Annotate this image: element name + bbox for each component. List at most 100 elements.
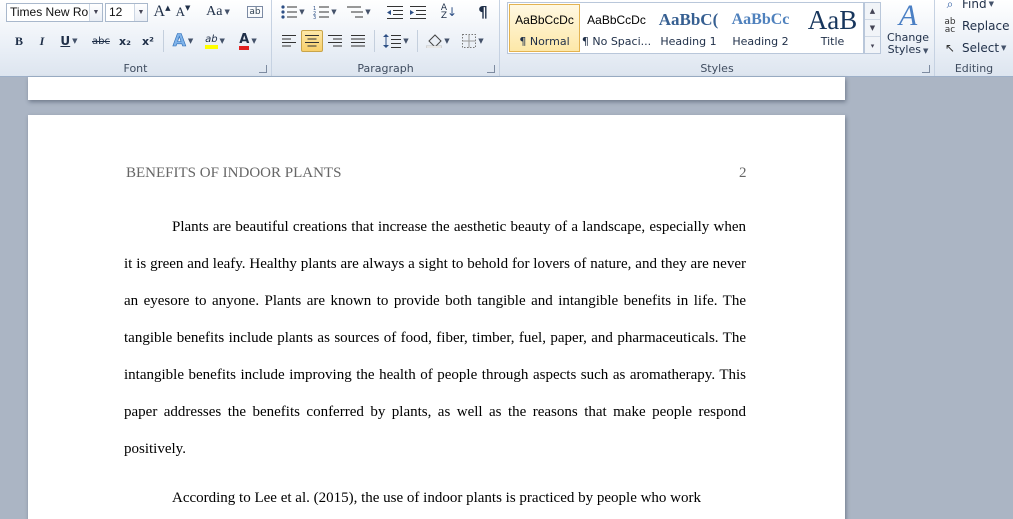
align-left-icon <box>282 35 296 47</box>
paragraph-group-label: Paragraph <box>357 62 414 75</box>
replace-label: Replace <box>962 19 1010 33</box>
style-no-spacing-name: ¶ No Spaci... <box>581 35 652 48</box>
header-title: BENEFITS OF INDOOR PLANTS <box>126 165 342 181</box>
multilevel-list-icon <box>347 6 364 18</box>
body-paragraph-2[interactable]: According to Lee et al. (2015), the use … <box>124 480 746 517</box>
styles-gallery: AaBbCcDc ¶ Normal AaBbCcDc ¶ No Spaci...… <box>507 2 864 54</box>
style-heading-1[interactable]: AaBbC( Heading 1 <box>653 4 724 52</box>
replace-button[interactable]: ab ac Replace <box>942 16 1009 36</box>
underline-button[interactable]: U ▼ <box>54 30 84 52</box>
clear-formatting-button[interactable]: ab <box>244 1 266 23</box>
decrease-indent-icon <box>387 6 403 19</box>
bold-button[interactable]: B <box>8 30 30 52</box>
font-group-label: Font <box>123 62 148 75</box>
styles-group-label: Styles <box>700 62 734 75</box>
italic-icon: I <box>39 33 45 48</box>
font-color-icon: A <box>239 33 250 50</box>
increase-indent-button[interactable] <box>407 1 429 23</box>
font-size-dropdown-icon[interactable]: ▼ <box>134 4 147 21</box>
style-no-spacing[interactable]: AaBbCcDc ¶ No Spaci... <box>581 4 652 52</box>
paragraph-dialog-launcher-icon[interactable] <box>487 65 495 73</box>
change-styles-label-2-text: Styles <box>887 43 921 56</box>
change-case-button[interactable]: Aa ▼ <box>203 1 233 23</box>
clear-formatting-icon: ab <box>247 6 263 18</box>
superscript-button[interactable]: x² <box>137 30 159 52</box>
align-center-button[interactable] <box>301 30 323 52</box>
gallery-more-icon[interactable]: ▾ <box>865 37 880 54</box>
ribbon: Times New Rom ▼ 12 ▼ A ▲ A ▼ Aa ▼ ab B I U ▼… <box>0 0 1013 77</box>
shading-button[interactable]: ▼ <box>422 30 454 52</box>
style-title-sample: AaB <box>807 5 858 35</box>
style-no-spacing-sample: AaBbCcDc <box>587 13 646 27</box>
editing-group-label: Editing <box>954 62 994 75</box>
numbering-icon: 123 <box>313 6 330 19</box>
line-spacing-button[interactable]: ▼ <box>380 30 412 52</box>
shading-bucket-icon <box>426 34 443 48</box>
font-group: Times New Rom ▼ 12 ▼ A ▲ A ▼ Aa ▼ ab B I U ▼… <box>0 0 272 76</box>
bullets-button[interactable]: ▼ <box>278 1 308 23</box>
align-right-button[interactable] <box>324 30 346 52</box>
gallery-up-icon[interactable]: ▲ <box>865 3 880 20</box>
styles-gallery-scroll: ▲ ▼ ▾ <box>864 2 881 54</box>
align-right-icon <box>328 35 342 47</box>
font-size-combo[interactable]: 12 ▼ <box>105 3 148 22</box>
decrease-indent-button[interactable] <box>384 1 406 23</box>
cursor-arrow-icon: ↖ <box>944 41 956 55</box>
style-heading-2[interactable]: AaBbCc Heading 2 <box>725 4 796 52</box>
font-name-combo[interactable]: Times New Rom ▼ <box>6 3 103 22</box>
find-button[interactable]: ⌕ Find ▼ <box>942 0 994 14</box>
show-formatting-button[interactable]: ¶ <box>472 1 494 23</box>
highlight-button[interactable]: ab ▼ <box>200 30 230 52</box>
font-dialog-launcher-icon[interactable] <box>259 65 267 73</box>
styles-dialog-launcher-icon[interactable] <box>922 65 930 73</box>
subscript-button[interactable]: x₂ <box>114 30 136 52</box>
strikethrough-button[interactable]: abc <box>89 30 113 52</box>
change-styles-button[interactable]: A Change Styles ▼ <box>884 0 932 57</box>
gallery-down-icon[interactable]: ▼ <box>865 20 880 37</box>
style-normal-name: ¶ Normal <box>519 35 570 48</box>
font-size-value: 12 <box>109 5 123 19</box>
borders-icon <box>462 34 477 48</box>
grow-font-icon: A <box>153 3 166 20</box>
change-styles-label-2: Styles ▼ <box>887 43 929 56</box>
style-heading-1-sample: AaBbC( <box>658 10 719 29</box>
numbering-button[interactable]: 1 2 3 ▼ <box>310 1 340 23</box>
binoculars-icon: ⌕ <box>946 0 954 11</box>
style-normal-sample: AaBbCcDc <box>515 13 574 27</box>
select-button[interactable]: ↖ Select ▼ <box>942 38 1006 58</box>
change-styles-icon: A <box>898 0 918 32</box>
text-effects-icon: A <box>172 31 186 52</box>
justify-button[interactable] <box>347 30 369 52</box>
font-color-button[interactable]: A ▼ <box>233 30 263 52</box>
style-normal[interactable]: AaBbCcDc ¶ Normal <box>509 4 580 52</box>
style-title[interactable]: AaB Title <box>797 4 868 52</box>
paragraph-group: ▼ 1 2 3 ▼ ▼ A Z ↓ ¶ ▼ ▼ ▼ Paragraph <box>272 0 500 76</box>
pilcrow-icon: ¶ <box>478 3 488 21</box>
grow-font-button[interactable]: A ▲ <box>152 1 172 23</box>
svg-text:3: 3 <box>313 15 316 19</box>
style-heading-2-name: Heading 2 <box>732 35 789 48</box>
shrink-font-button[interactable]: A ▼ <box>173 1 193 23</box>
page-number: 2 <box>739 165 747 181</box>
paragraph-separator <box>374 30 375 52</box>
style-heading-2-sample: AaBbCc <box>731 11 790 28</box>
highlight-icon: ab <box>205 34 218 49</box>
font-name-dropdown-icon[interactable]: ▼ <box>89 4 102 21</box>
line-spacing-icon <box>383 34 402 48</box>
body-paragraph-1[interactable]: Plants are beautiful creations that incr… <box>124 209 746 468</box>
align-center-icon <box>305 35 319 47</box>
paragraph-separator-2 <box>417 30 418 52</box>
strikethrough-icon: abc <box>92 35 110 47</box>
subscript-icon: x₂ <box>119 34 131 48</box>
sort-button[interactable]: A Z ↓ <box>438 1 460 23</box>
multilevel-list-button[interactable]: ▼ <box>344 1 374 23</box>
borders-button[interactable]: ▼ <box>457 30 489 52</box>
document-page[interactable]: BENEFITS OF INDOOR PLANTS 2 Plants are b… <box>28 115 845 519</box>
bullets-icon <box>281 5 298 19</box>
font-name-value: Times New Rom <box>10 5 99 19</box>
replace-icon: ab ac <box>944 17 956 35</box>
bold-icon: B <box>14 33 23 48</box>
italic-button[interactable]: I <box>31 30 53 52</box>
align-left-button[interactable] <box>278 30 300 52</box>
text-effects-button[interactable]: A ▼ <box>168 30 198 52</box>
